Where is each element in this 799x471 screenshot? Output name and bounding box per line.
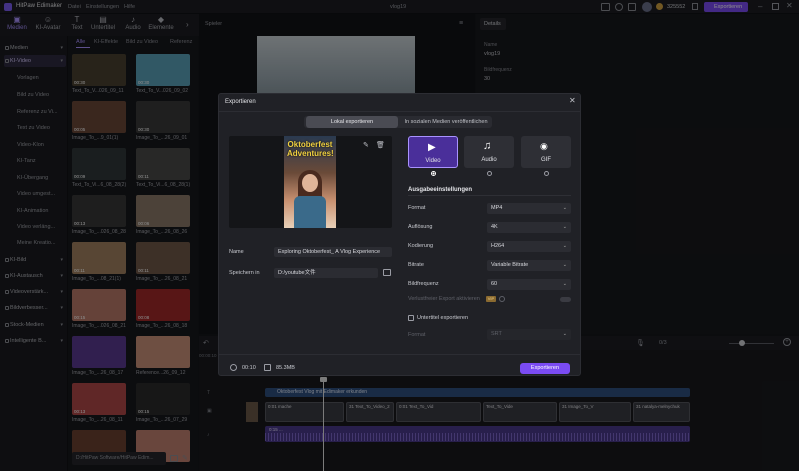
setting-value: Variable Bitrate bbox=[491, 262, 529, 268]
setting-select[interactable]: MP4 ⌄ bbox=[487, 203, 571, 214]
lossless-toggle[interactable] bbox=[560, 297, 571, 302]
seg-social-export[interactable]: In sozialen Medien veröffentlichen bbox=[400, 116, 492, 128]
lossless-export-label: Verlustfreier Export aktivieren bbox=[408, 296, 480, 302]
radio-audio[interactable] bbox=[487, 171, 492, 176]
setting-select[interactable]: 4K ⌄ bbox=[487, 222, 571, 233]
setting-label: Format bbox=[408, 205, 426, 211]
subtitle-export-checkbox[interactable] bbox=[408, 315, 414, 321]
subtitle-export-label: Untertitel exportieren bbox=[417, 315, 469, 321]
chevron-down-icon: ⌄ bbox=[562, 331, 567, 337]
chevron-down-icon: ⌄ bbox=[562, 243, 567, 249]
file-size-icon bbox=[264, 364, 271, 371]
setting-label: Auflösung bbox=[408, 224, 433, 230]
format-video-option[interactable]: ▶ Video bbox=[408, 136, 458, 168]
setting-select[interactable]: H264 ⌄ bbox=[487, 241, 571, 252]
format-video-label: Video bbox=[425, 158, 441, 164]
export-preview: Oktoberfest Adventures! ✎ 🗑 bbox=[229, 136, 392, 228]
seg-local-export[interactable]: Lokal exportieren bbox=[306, 116, 398, 128]
format-audio-label: Audio bbox=[481, 157, 497, 163]
chevron-down-icon: ⌄ bbox=[562, 224, 567, 230]
face bbox=[302, 174, 318, 192]
video-camera-icon: ▶ bbox=[428, 142, 436, 153]
export-dialog: Exportieren ✕ Lokal exportieren In sozia… bbox=[218, 93, 581, 376]
subtitle-format-label: Format bbox=[408, 332, 426, 338]
radio-gif[interactable] bbox=[544, 171, 549, 176]
preview-image: Oktoberfest Adventures! bbox=[284, 136, 336, 228]
setting-label: Kodierung bbox=[408, 243, 434, 249]
setting-label: Bildfrequenz bbox=[408, 281, 439, 287]
chevron-down-icon: ⌄ bbox=[562, 262, 567, 268]
subtitle-format-value: SRT bbox=[491, 331, 502, 337]
clothing bbox=[294, 196, 326, 228]
export-duration: 00:10 bbox=[242, 365, 256, 371]
radio-video[interactable] bbox=[431, 171, 436, 176]
setting-select[interactable]: 60 ⌄ bbox=[487, 279, 571, 290]
export-file-size: 85.3MB bbox=[276, 365, 295, 371]
setting-label: Bitrate bbox=[408, 262, 424, 268]
export-button[interactable]: Exportieren bbox=[520, 363, 570, 374]
folder-browse-icon[interactable] bbox=[383, 269, 391, 276]
name-field-label: Name bbox=[229, 249, 244, 255]
setting-value: 4K bbox=[491, 224, 498, 230]
setting-select[interactable]: Variable Bitrate ⌄ bbox=[487, 260, 571, 271]
info-icon bbox=[499, 296, 505, 302]
vip-badge: VIP bbox=[486, 296, 496, 302]
chevron-down-icon: ⌄ bbox=[562, 281, 567, 287]
gif-icon: ◉ bbox=[540, 141, 548, 151]
save-to-label: Speichern in bbox=[229, 270, 260, 276]
dialog-title: Exportieren bbox=[225, 99, 256, 105]
settings-divider bbox=[408, 195, 571, 196]
dialog-divider bbox=[219, 111, 580, 112]
chevron-down-icon: ⌄ bbox=[562, 205, 567, 211]
music-note-icon: ♫ bbox=[483, 140, 492, 152]
footer-divider bbox=[219, 354, 580, 355]
dialog-close-icon[interactable]: ✕ bbox=[569, 96, 576, 105]
clock-icon bbox=[230, 364, 237, 371]
output-settings-title: Ausgabeeinstellungen bbox=[408, 187, 473, 193]
setting-value: 60 bbox=[491, 281, 498, 287]
format-gif-option[interactable]: ◉ GIF bbox=[521, 136, 571, 168]
trash-icon[interactable]: 🗑 bbox=[376, 141, 385, 149]
setting-value: MP4 bbox=[491, 205, 503, 211]
format-gif-label: GIF bbox=[541, 157, 551, 163]
setting-value: H264 bbox=[491, 243, 505, 249]
edit-preview-icon[interactable]: ✎ bbox=[363, 141, 369, 149]
format-audio-option[interactable]: ♫ Audio bbox=[464, 136, 514, 168]
name-input[interactable]: Exploring Oktoberfest_ A Vlog Experience bbox=[274, 247, 392, 257]
save-path-input[interactable]: D:/youtube文件 bbox=[274, 268, 378, 278]
subtitle-format-select[interactable]: SRT ⌄ bbox=[487, 329, 571, 340]
preview-title-text: Oktoberfest Adventures! bbox=[287, 140, 334, 158]
